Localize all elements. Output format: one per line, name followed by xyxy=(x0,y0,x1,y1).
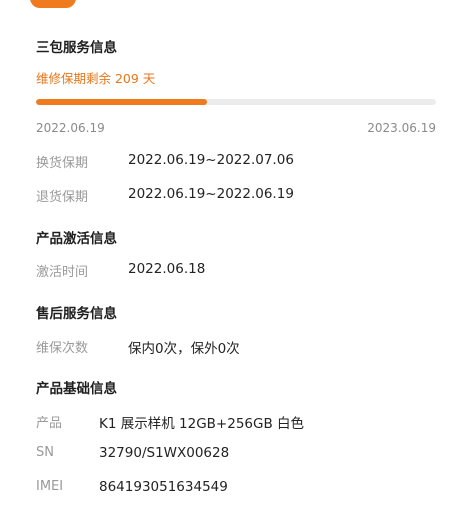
return-period-label: 退货保期 xyxy=(36,190,89,205)
warranty-start-date: 2022.06.19 xyxy=(36,121,105,135)
activation-time-value: 2022.06.18 xyxy=(128,261,206,277)
exchange-period-row: 换货保期 2022.06.19~2022.07.06 xyxy=(36,152,436,172)
warranty-progress-bar xyxy=(36,99,436,105)
repair-count-label: 维保次数 xyxy=(36,341,89,356)
imei-row: IMEI 864193051634549 xyxy=(36,479,436,499)
app-logo xyxy=(30,0,76,8)
warranty-remaining-text: 维修保期剩余 209 天 xyxy=(36,71,156,86)
serial-number-row: SN 32790/S1WX00628 xyxy=(36,445,436,465)
repair-count-value: 保内0次，保外0次 xyxy=(128,341,240,357)
warranty-progress-fill xyxy=(36,99,208,105)
product-model-label: 产品 xyxy=(36,416,63,431)
product-section-title: 产品基础信息 xyxy=(36,381,117,397)
activation-section-title: 产品激活信息 xyxy=(36,231,117,247)
activation-time-row: 激活时间 2022.06.18 xyxy=(36,261,436,281)
exchange-period-label: 换货保期 xyxy=(36,156,89,171)
product-model-value: K1 展示样机 12GB+256GB 白色 xyxy=(99,416,305,432)
after-sales-section-title: 售后服务信息 xyxy=(36,306,117,322)
return-period-row: 退货保期 2022.06.19~2022.06.19 xyxy=(36,186,436,206)
repair-count-row: 维保次数 保内0次，保外0次 xyxy=(36,337,436,357)
scroll-fade xyxy=(0,514,472,530)
exchange-period-value: 2022.06.19~2022.07.06 xyxy=(128,152,294,168)
product-model-row: 产品 K1 展示样机 12GB+256GB 白色 xyxy=(36,412,436,432)
serial-number-value: 32790/S1WX00628 xyxy=(99,445,230,461)
warranty-end-date: 2023.06.19 xyxy=(367,121,436,135)
return-period-value: 2022.06.19~2022.06.19 xyxy=(128,186,294,202)
imei-label: IMEI xyxy=(36,479,64,494)
imei-value: 864193051634549 xyxy=(99,479,228,495)
activation-time-label: 激活时间 xyxy=(36,265,89,280)
warranty-section-title: 三包服务信息 xyxy=(36,40,117,56)
serial-number-label: SN xyxy=(36,445,54,460)
